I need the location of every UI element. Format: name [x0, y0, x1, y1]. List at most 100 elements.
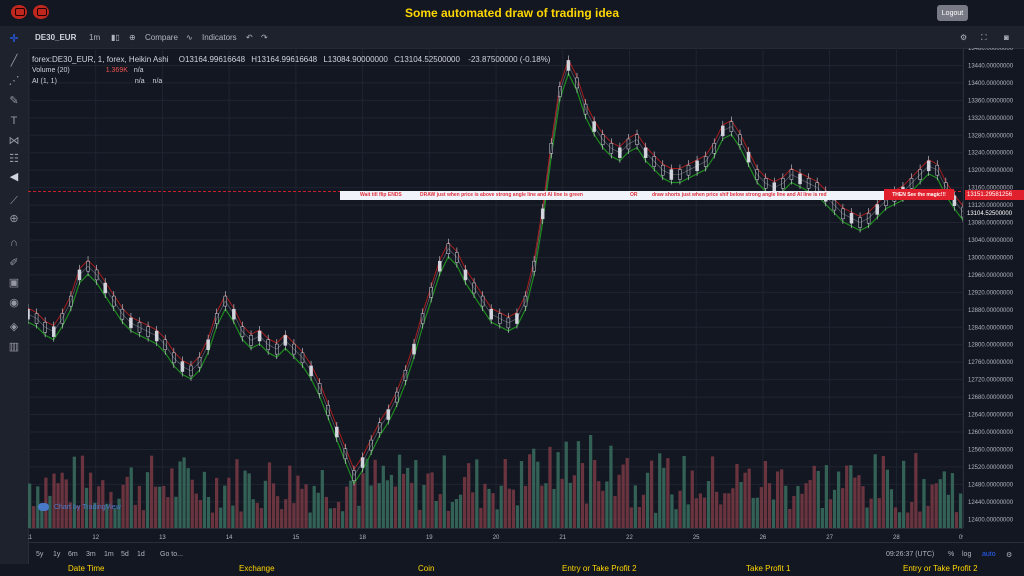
- volume-bar: [141, 510, 146, 528]
- back-arrow-icon[interactable]: ◀: [6, 170, 22, 184]
- compare-icon[interactable]: ⊕: [129, 33, 136, 42]
- ruler-icon[interactable]: ⟋: [6, 194, 22, 208]
- log-toggle[interactable]: log: [962, 551, 971, 558]
- time-tick-label: 19: [426, 535, 433, 541]
- settings-icon[interactable]: ⚙: [960, 33, 967, 42]
- price-axis[interactable]: 13480.00000000 13440.00000000 13400.000000…: [963, 46, 1024, 528]
- chart-area[interactable]: forex:DE30_EUR, 1, forex, Heikin Ashi O1…: [26, 47, 965, 528]
- volume-bar: [271, 483, 276, 528]
- volume-bar: [308, 512, 312, 528]
- range-1m[interactable]: 1m: [104, 551, 114, 558]
- fullscreen-icon[interactable]: ⛶: [981, 33, 987, 43]
- range-5d[interactable]: 5d: [121, 551, 129, 558]
- volume-bar: [747, 468, 751, 528]
- fib-icon[interactable]: ⋰: [6, 74, 22, 88]
- compare-button[interactable]: Compare: [145, 33, 178, 42]
- logout-button[interactable]: Logout: [937, 5, 968, 21]
- volume-bar: [166, 497, 170, 528]
- redo-icon[interactable]: ↷: [261, 33, 268, 42]
- volume-bar: [771, 499, 776, 528]
- trash-icon[interactable]: ▥: [6, 340, 22, 354]
- legend-open: O13164.99616648: [178, 55, 246, 64]
- banner-text-wait: Wait till flip ENDS: [360, 192, 402, 198]
- magnet-icon[interactable]: ∩: [6, 236, 22, 250]
- symbol-button[interactable]: DE30_EUR: [35, 33, 76, 42]
- volume-bar: [678, 490, 682, 528]
- text-icon[interactable]: T: [6, 114, 22, 128]
- volume-bar: [580, 463, 585, 528]
- zoom-icon[interactable]: ⊕: [6, 212, 22, 226]
- legend-close: C13104.52500000: [394, 55, 460, 64]
- volume-bar: [467, 463, 471, 528]
- volume-bar: [808, 480, 812, 528]
- volume-bar: [629, 507, 633, 528]
- volume-bar: [479, 507, 483, 528]
- volume-bar: [572, 475, 576, 528]
- volume-bar: [528, 454, 532, 528]
- price-tick-label: 13200.00000000: [968, 168, 1014, 174]
- range-6m[interactable]: 6m: [68, 551, 78, 558]
- range-1y[interactable]: 1y: [53, 551, 60, 558]
- volume-bar: [125, 476, 129, 528]
- brush-icon[interactable]: ✎: [6, 94, 22, 108]
- volume-bar: [80, 455, 85, 528]
- volume-bar: [576, 441, 581, 528]
- range-1d[interactable]: 1d: [137, 551, 145, 558]
- trend-line-icon[interactable]: ╱: [6, 54, 22, 68]
- range-3m[interactable]: 3m: [86, 551, 96, 558]
- volume-bar: [418, 509, 422, 528]
- ai-label[interactable]: AI (1, 1): [32, 78, 57, 85]
- price-chart[interactable]: [26, 47, 965, 528]
- volume-bar: [670, 494, 674, 528]
- undo-icon[interactable]: ↶: [246, 33, 253, 42]
- volume-bar: [609, 445, 613, 528]
- camera-icon[interactable]: ◙: [1004, 33, 1009, 42]
- price-tick-label: 13360.00000000: [968, 98, 1014, 104]
- settings-icon-bottom[interactable]: ⚙: [1006, 551, 1012, 559]
- volume-bar: [828, 499, 833, 528]
- crosshair-icon[interactable]: ✛: [6, 32, 22, 46]
- goto-button[interactable]: Go to...: [160, 551, 183, 558]
- volume-bar: [519, 461, 524, 528]
- range-5y[interactable]: 5y: [36, 551, 43, 558]
- volume-bar: [434, 500, 438, 528]
- auto-toggle[interactable]: auto: [982, 551, 996, 558]
- percent-toggle[interactable]: %: [948, 551, 954, 558]
- eye-icon[interactable]: ◉: [6, 296, 22, 310]
- volume-label[interactable]: Volume (20): [32, 67, 70, 74]
- volume-bar: [113, 508, 117, 528]
- pattern-icon[interactable]: ⋈: [6, 134, 22, 148]
- lock-icon[interactable]: ▣: [6, 276, 22, 290]
- indicators-button[interactable]: Indicators: [202, 33, 237, 42]
- volume-bar: [804, 483, 808, 528]
- indicators-icon[interactable]: ∿: [186, 33, 193, 42]
- volume-bar: [532, 448, 536, 528]
- volume-bar: [780, 469, 784, 528]
- volume-bar: [751, 497, 755, 528]
- volume-bar: [292, 503, 296, 528]
- volume-bar: [536, 461, 540, 528]
- banner-text-draw: DRAW just when price is above strong ang…: [420, 192, 583, 198]
- clock: 09:26:37 (UTC): [886, 551, 935, 558]
- prediction-icon[interactable]: ☷: [6, 152, 22, 166]
- volume-bar: [133, 504, 137, 528]
- interval-button[interactable]: 1m: [89, 33, 100, 42]
- stay-drawing-icon[interactable]: ✐: [6, 256, 22, 270]
- volume-value: 1.369K: [105, 67, 128, 74]
- volume-bar: [593, 460, 597, 528]
- volume-bar: [190, 479, 194, 528]
- volume-bar: [686, 504, 690, 528]
- volume-bar: [324, 496, 329, 528]
- layers-icon[interactable]: ◈: [6, 320, 22, 334]
- volume-bar: [564, 441, 568, 528]
- volume-bar: [759, 487, 763, 528]
- cta-banner: THEN See the magic!!!: [884, 189, 954, 200]
- col-entry-tp2-b: Entry or Take Profit 2: [903, 564, 978, 573]
- volume-bar: [503, 458, 507, 528]
- banner-text-shorts: draw shorts just when price shif below s…: [652, 192, 827, 198]
- time-axis[interactable]: 11 12 13 14 15 18 19 20 21 22 25 26 27 28 09:: [26, 528, 968, 543]
- price-tick-label: 13000.00000000: [968, 255, 1014, 261]
- time-tick-label: 25: [693, 535, 700, 541]
- chart-type-icon[interactable]: ▮▯: [111, 33, 120, 42]
- volume-bar: [926, 505, 930, 528]
